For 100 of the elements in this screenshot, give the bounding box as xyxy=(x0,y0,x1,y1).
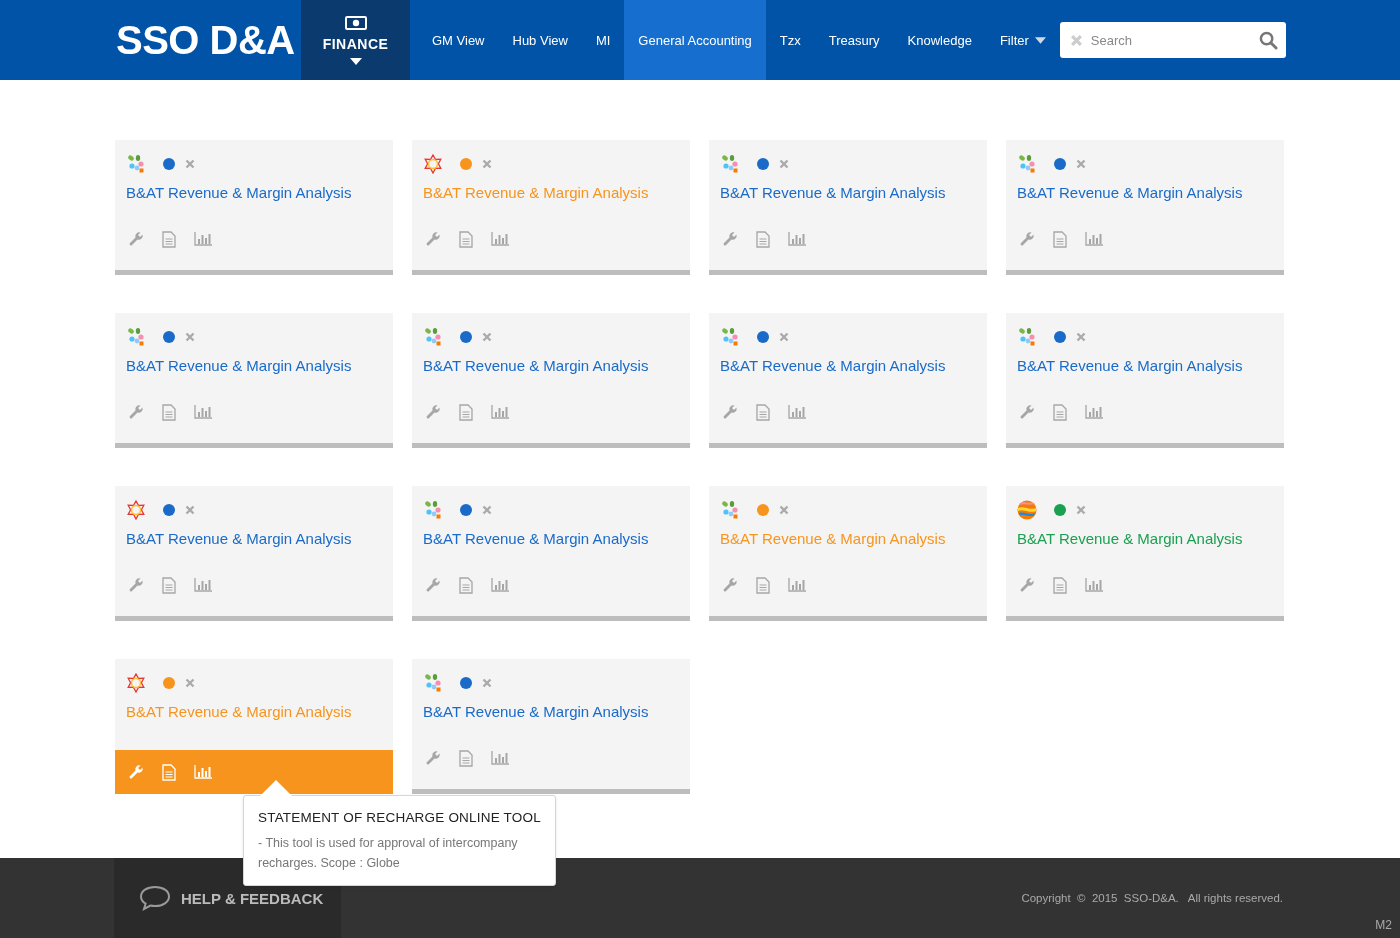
close-icon[interactable] xyxy=(482,159,492,169)
ball-icon xyxy=(1017,500,1037,520)
close-icon[interactable] xyxy=(1076,505,1086,515)
bar-chart-icon[interactable] xyxy=(491,405,509,419)
bar-chart-icon[interactable] xyxy=(788,405,806,419)
flower-icon xyxy=(423,327,443,347)
wrench-icon[interactable] xyxy=(722,404,738,420)
close-icon[interactable] xyxy=(185,159,195,169)
bar-chart-icon[interactable] xyxy=(491,751,509,765)
tile-title[interactable]: B&AT Revenue & Margin Analysis xyxy=(1017,530,1273,547)
close-icon[interactable] xyxy=(185,678,195,688)
flower-icon xyxy=(423,673,443,693)
close-icon[interactable] xyxy=(1076,159,1086,169)
close-icon[interactable] xyxy=(482,332,492,342)
flower-icon xyxy=(126,327,146,347)
flower-icon xyxy=(423,500,443,520)
nav-tab[interactable]: General Accounting xyxy=(624,0,766,80)
document-icon[interactable] xyxy=(162,230,176,248)
nav-tab[interactable]: MI xyxy=(581,0,625,80)
tile-title[interactable]: B&AT Revenue & Margin Analysis xyxy=(1017,357,1273,374)
tile-title[interactable]: B&AT Revenue & Margin Analysis xyxy=(126,357,382,374)
close-icon[interactable] xyxy=(779,159,789,169)
version-label: M2 xyxy=(1375,918,1392,932)
wrench-icon[interactable] xyxy=(1019,231,1035,247)
speech-bubble-icon xyxy=(139,885,171,911)
document-icon[interactable] xyxy=(1053,403,1067,421)
bar-chart-icon[interactable] xyxy=(491,578,509,592)
copyright-text: Copyright © 2015 SSO-D&A. All rights reserved. xyxy=(1021,892,1283,904)
tooltip-title: STATEMENT OF RECHARGE ONLINE TOOL xyxy=(258,810,541,825)
wrench-icon[interactable] xyxy=(128,577,144,593)
section-label: FINANCE xyxy=(322,35,389,52)
search-icon[interactable] xyxy=(1258,30,1278,50)
wrench-icon[interactable] xyxy=(722,577,738,593)
tile-title[interactable]: B&AT Revenue & Margin Analysis xyxy=(126,530,382,547)
caret-icon xyxy=(1034,36,1046,44)
wrench-icon[interactable] xyxy=(128,231,144,247)
document-icon[interactable] xyxy=(459,749,473,767)
nav-tab[interactable]: Hub View xyxy=(498,0,582,80)
flower-icon xyxy=(1017,327,1037,347)
flower-icon xyxy=(720,154,740,174)
document-icon[interactable] xyxy=(1053,576,1067,594)
wrench-icon[interactable] xyxy=(1019,404,1035,420)
wrench-icon[interactable] xyxy=(128,404,144,420)
flower-icon xyxy=(720,500,740,520)
document-icon[interactable] xyxy=(756,230,770,248)
banknote-icon xyxy=(344,15,367,30)
tile-title[interactable]: B&AT Revenue & Margin Analysis xyxy=(720,357,976,374)
document-icon[interactable] xyxy=(459,576,473,594)
document-icon[interactable] xyxy=(756,403,770,421)
bar-chart-icon[interactable] xyxy=(1085,232,1103,246)
close-icon[interactable] xyxy=(185,332,195,342)
bar-chart-icon[interactable] xyxy=(194,405,212,419)
tile-title[interactable]: B&AT Revenue & Margin Analysis xyxy=(423,357,679,374)
close-icon[interactable] xyxy=(779,332,789,342)
search-bar[interactable]: Search xyxy=(1059,22,1286,58)
nav-tab[interactable]: Treasury xyxy=(814,0,894,80)
wrench-icon[interactable] xyxy=(425,577,441,593)
close-icon[interactable] xyxy=(779,505,789,515)
bar-chart-icon[interactable] xyxy=(1085,578,1103,592)
wrench-icon[interactable] xyxy=(425,231,441,247)
tile-title[interactable]: B&AT Revenue & Margin Analysis xyxy=(423,530,679,547)
tile-title[interactable]: B&AT Revenue & Margin Analysis xyxy=(720,184,976,201)
wrench-icon[interactable] xyxy=(425,404,441,420)
close-icon[interactable] xyxy=(185,505,195,515)
document-icon[interactable] xyxy=(162,576,176,594)
bar-chart-icon[interactable] xyxy=(1085,405,1103,419)
document-icon[interactable] xyxy=(756,576,770,594)
nav-tab[interactable]: GM View xyxy=(418,0,499,80)
caret-icon xyxy=(349,57,362,65)
tile-title[interactable]: B&AT Revenue & Margin Analysis xyxy=(1017,184,1273,201)
wrench-icon[interactable] xyxy=(722,231,738,247)
filter-dropdown[interactable]: Filter xyxy=(985,0,1060,80)
clear-icon[interactable] xyxy=(1069,33,1083,47)
bar-chart-icon[interactable] xyxy=(788,232,806,246)
wrench-icon[interactable] xyxy=(128,764,144,780)
wrench-icon[interactable] xyxy=(1019,577,1035,593)
bar-chart-icon[interactable] xyxy=(491,232,509,246)
search-field[interactable]: Search xyxy=(1088,31,1253,49)
document-icon[interactable] xyxy=(1053,230,1067,248)
close-icon[interactable] xyxy=(1076,332,1086,342)
nav-tab[interactable]: Knowledge xyxy=(893,0,986,80)
flower-icon xyxy=(1017,154,1037,174)
bar-chart-icon[interactable] xyxy=(788,578,806,592)
bar-chart-icon[interactable] xyxy=(194,578,212,592)
nav-tab[interactable]: Tzx xyxy=(765,0,815,80)
tile-title[interactable]: B&AT Revenue & Margin Analysis xyxy=(126,184,382,201)
document-icon[interactable] xyxy=(162,403,176,421)
tile-title[interactable]: B&AT Revenue & Margin Analysis xyxy=(423,703,679,720)
bar-chart-icon[interactable] xyxy=(194,232,212,246)
star-icon xyxy=(126,673,146,693)
flower-icon xyxy=(720,327,740,347)
section-menu[interactable]: FINANCE xyxy=(301,0,410,80)
close-icon[interactable] xyxy=(482,505,492,515)
star-icon xyxy=(126,500,146,520)
star-icon xyxy=(423,154,443,174)
document-icon[interactable] xyxy=(459,230,473,248)
document-icon[interactable] xyxy=(459,403,473,421)
close-icon[interactable] xyxy=(482,678,492,688)
wrench-icon[interactable] xyxy=(425,750,441,766)
site-logo[interactable]: SSO D&A xyxy=(116,17,301,63)
